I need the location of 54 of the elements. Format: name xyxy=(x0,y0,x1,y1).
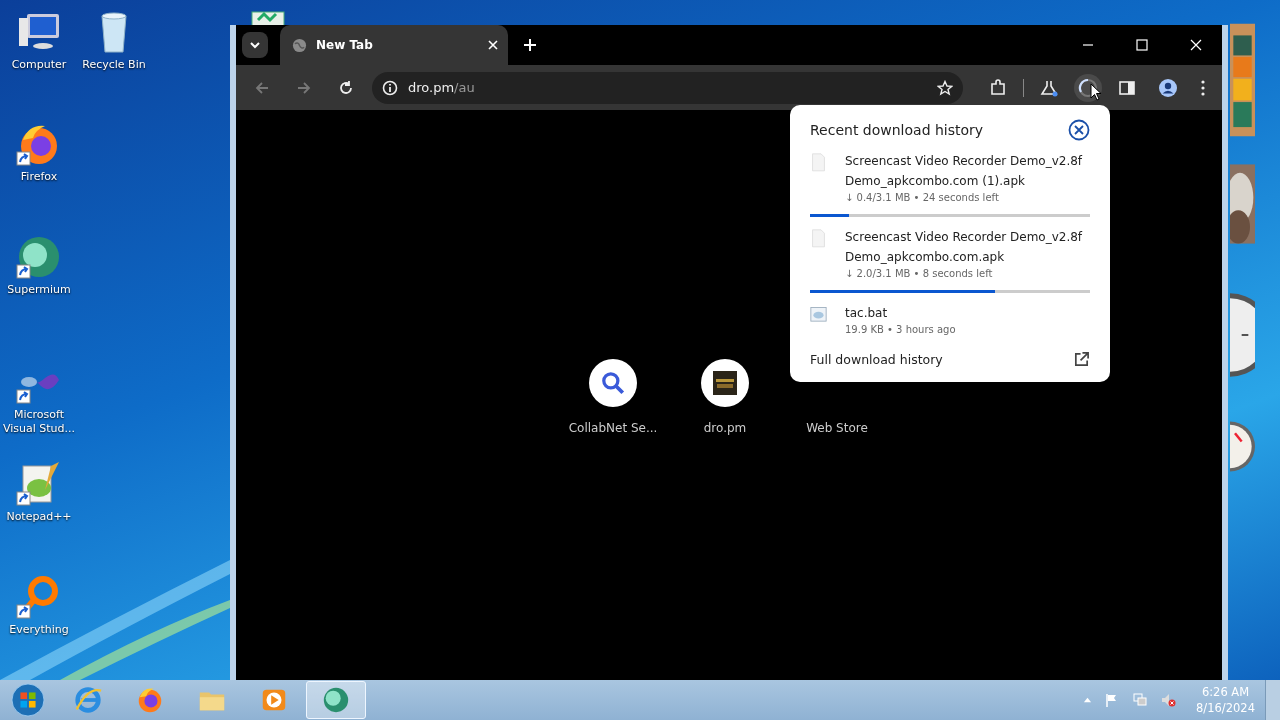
close-icon[interactable] xyxy=(1068,119,1090,141)
tab-title: New Tab xyxy=(316,38,374,52)
puzzle-icon[interactable] xyxy=(989,78,1007,97)
star-icon[interactable] xyxy=(937,79,953,96)
shortcut-tile[interactable] xyxy=(701,359,749,407)
download-status: ↓ 0.4/3.1 MB • 24 seconds left xyxy=(845,191,1000,205)
address-field[interactable]: dro.pm/au xyxy=(372,71,963,104)
open-external-icon[interactable] xyxy=(1073,351,1090,368)
reload-icon[interactable] xyxy=(338,79,354,96)
download-item[interactable]: Screencast Video Recorder Demo_v2.8f Demo_apkcombo.com (1).apk ↓ 0.4/3.1 MB • 24 seconds left xyxy=(810,151,1090,217)
image-file-icon xyxy=(810,305,827,324)
download-item[interactable]: tac.bat 19.9 KB • 3 hours ago xyxy=(810,303,1090,337)
windows-logo-icon xyxy=(11,683,45,717)
shortcut-label[interactable]: Web Store xyxy=(806,421,868,435)
icon-label: Notepad++ xyxy=(5,510,73,524)
icon-label: Firefox xyxy=(19,170,59,184)
time-text: 6:26 AM xyxy=(1201,684,1250,700)
file-name: Screencast Video Recorder Demo_v2.8f Demo_apkcombo.com.apk xyxy=(845,229,1084,266)
chevron-down-icon xyxy=(249,39,261,51)
file-name: tac.bat xyxy=(845,305,889,322)
popup-title: Recent download history xyxy=(810,122,984,138)
download-status: ↓ 2.0/3.1 MB • 8 seconds left xyxy=(845,267,994,281)
search-icon xyxy=(600,370,626,396)
tab-search-button[interactable] xyxy=(242,32,268,58)
icon-label: Recycle Bin xyxy=(81,58,147,72)
file-icon xyxy=(810,153,827,172)
icon-label: Everything xyxy=(8,623,70,637)
shortcut-tile[interactable] xyxy=(589,359,637,407)
flask-icon[interactable] xyxy=(1040,78,1058,97)
meter-gadget-drawing xyxy=(1230,419,1255,474)
icon-label: Microsoft Visual Stud... xyxy=(1,408,77,436)
browser-tab[interactable]: New Tab xyxy=(280,25,508,65)
icon-label: Supermium xyxy=(6,283,72,297)
profile-icon[interactable] xyxy=(1158,77,1178,98)
info-icon[interactable] xyxy=(382,79,398,96)
file-name: Screencast Video Recorder Demo_v2.8f Demo_apkcombo.com (1).apk xyxy=(845,153,1084,190)
maximize-icon[interactable] xyxy=(1136,39,1148,51)
speaker-muted-icon[interactable] xyxy=(1160,692,1177,708)
shortcut-label[interactable]: dro.pm xyxy=(703,421,747,435)
app-icon xyxy=(73,685,103,715)
download-status: 19.9 KB • 3 hours ago xyxy=(845,323,957,337)
new-tab-icon[interactable] xyxy=(524,39,536,51)
app-icon xyxy=(321,685,351,715)
cursor-icon xyxy=(1090,83,1102,101)
taskbar-app[interactable] xyxy=(306,681,366,719)
menu-icon[interactable] xyxy=(1200,78,1206,97)
side-panel-icon[interactable] xyxy=(1118,78,1136,97)
date-text: 8/16/2024 xyxy=(1196,700,1255,716)
icon-label: Computer xyxy=(10,58,68,72)
globe-icon xyxy=(292,37,307,53)
shortcut-label[interactable]: CollabNet Se... xyxy=(568,421,658,435)
full-history-link[interactable]: Full download history xyxy=(810,352,943,367)
download-item[interactable]: Screencast Video Recorder Demo_v2.8f Demo_apkcombo.com.apk ↓ 2.0/3.1 MB • 8 seconds left xyxy=(810,227,1090,293)
file-icon xyxy=(810,229,827,248)
